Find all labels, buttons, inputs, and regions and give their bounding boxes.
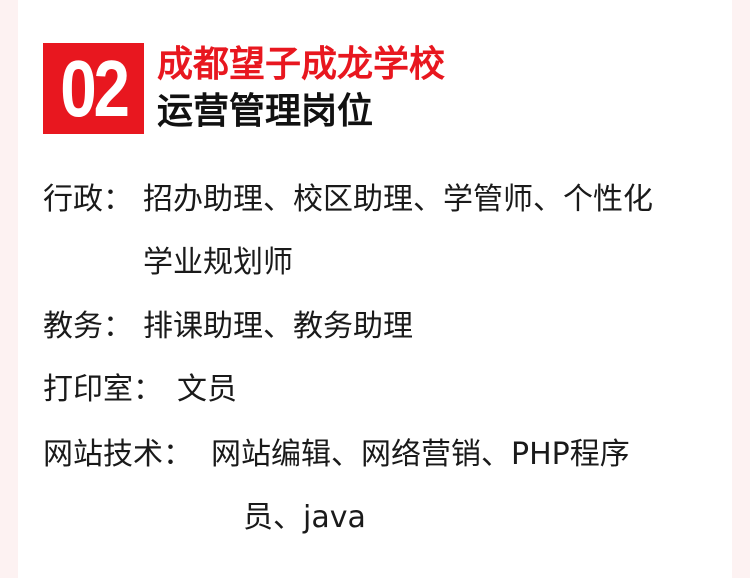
section-text-academic: 排课助理、教务助理 [143, 309, 413, 344]
section-text-print-room: 文员 [177, 372, 237, 407]
school-name: 成都望子成龙学校 [157, 44, 446, 85]
number-badge: 02 [43, 43, 144, 134]
section-text-web-tech-line2: 员、java [243, 500, 366, 535]
section-text-admin-line1: 招办助理、校区助理、学管师、个性化 [143, 182, 653, 217]
section-label-admin: 行政： [43, 182, 133, 217]
section-label-web-tech: 网站技术： [43, 437, 193, 472]
section-label-academic: 教务： [43, 309, 133, 344]
badge-number: 02 [60, 44, 130, 133]
section-text-web-tech-line1: 网站编辑、网络营销、PHP程序 [211, 437, 630, 472]
section-text-admin-line2: 学业规划师 [143, 245, 293, 280]
section-title: 运营管理岗位 [157, 91, 374, 132]
section-label-print-room: 打印室： [43, 372, 163, 407]
